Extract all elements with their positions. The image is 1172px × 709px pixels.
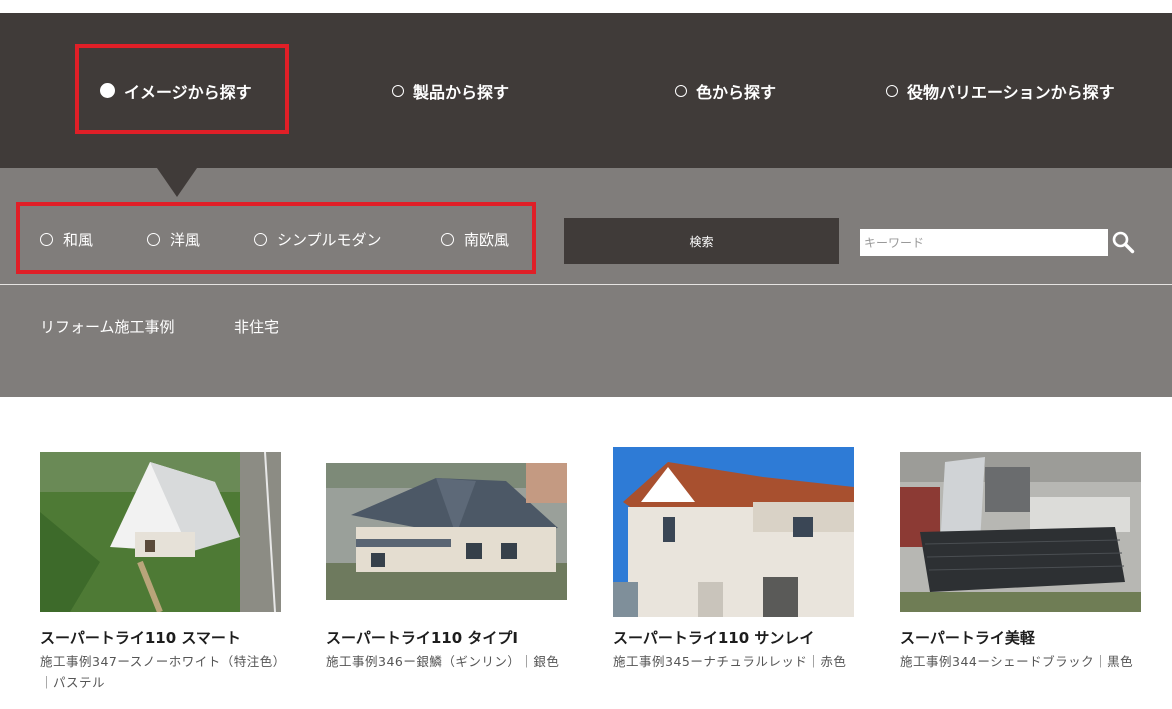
search-icon[interactable] <box>1111 230 1135 254</box>
keyword-input[interactable] <box>860 229 1108 256</box>
panel-divider <box>0 284 1172 285</box>
card-description: 施工事例346ー銀鱗（ギンリン）｜銀色 <box>326 654 560 669</box>
style-option-label: シンプルモダン <box>277 230 382 249</box>
style-option-south-european[interactable]: 南欧風 <box>441 228 509 250</box>
active-tab-pointer <box>157 168 197 197</box>
tab-label: イメージから探す <box>124 82 252 102</box>
top-strip <box>0 0 1172 13</box>
tab-search-by-product[interactable]: 製品から探す <box>392 13 509 168</box>
case-photo-black-roof-building <box>900 452 1141 612</box>
radio-icon <box>675 84 687 97</box>
style-option-western[interactable]: 洋風 <box>147 228 200 250</box>
filter-panel <box>0 168 1172 397</box>
tab-search-by-image[interactable]: イメージから探す <box>100 13 252 168</box>
style-option-label: 洋風 <box>170 230 201 249</box>
card-title: スーパートライ110 サンレイ <box>613 629 815 647</box>
radio-icon <box>40 232 53 246</box>
radio-icon <box>886 84 898 97</box>
radio-selected-icon <box>100 83 115 98</box>
card-title: スーパートライ110 タイプⅠ <box>326 629 518 647</box>
link-reform-cases[interactable]: リフォーム施工事例 <box>40 316 175 337</box>
search-mode-tabs: イメージから探す 製品から探す 色から探す 役物バリエーションから探す <box>0 13 1172 168</box>
style-option-japanese[interactable]: 和風 <box>40 228 93 250</box>
case-photo-white-gable-house <box>40 452 281 612</box>
card-description: 施工事例345ーナチュラルレッド｜赤色 <box>613 654 847 669</box>
tab-label: 役物バリエーションから探す <box>907 82 1115 102</box>
radio-icon <box>392 84 404 97</box>
link-non-residential[interactable]: 非住宅 <box>234 316 279 337</box>
case-photo-red-roof-house <box>613 447 854 617</box>
style-option-label: 和風 <box>63 230 94 249</box>
radio-icon <box>441 232 454 246</box>
card-description: 施工事例344ーシェードブラック｜黒色 <box>900 654 1134 669</box>
radio-icon <box>147 232 160 246</box>
tab-search-by-trim-variation[interactable]: 役物バリエーションから探す <box>886 13 1115 168</box>
style-option-simple-modern[interactable]: シンプルモダン <box>254 228 382 250</box>
style-option-label: 南欧風 <box>464 230 510 249</box>
card-title: スーパートライ美軽 <box>900 629 1035 647</box>
tab-search-by-color[interactable]: 色から探す <box>675 13 776 168</box>
radio-icon <box>254 232 267 246</box>
tab-label: 製品から探す <box>413 82 510 102</box>
case-photo-gray-hip-roof-house <box>326 463 567 600</box>
tab-label: 色から探す <box>696 82 777 102</box>
card-description: 施工事例347ースノーホワイト（特注色）｜パステル <box>40 654 280 690</box>
search-button[interactable]: 検索 <box>564 218 839 264</box>
card-title: スーパートライ110 スマート <box>40 629 241 647</box>
